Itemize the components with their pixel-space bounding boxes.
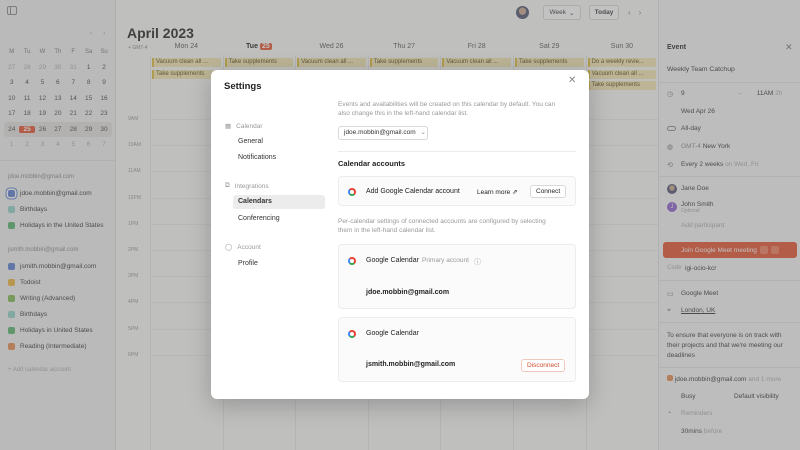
desc-line: Events and availabilities will be create… [338,101,556,108]
nav-item-profile[interactable]: Profile [233,257,325,271]
nav-item-general[interactable]: General [233,135,325,149]
disconnect-button[interactable]: Disconnect [521,359,566,372]
account-label: Google Calendar [366,257,419,264]
nav-group-label: Calendar [236,122,263,130]
learn-more-text: Learn more [477,189,511,196]
nav-item-conferencing[interactable]: Conferencing [233,212,325,226]
desc-line: them in the left-hand calendar list. [338,227,436,234]
info-icon[interactable]: ⓘ [474,257,481,267]
calendar-icon: ▦ [225,123,232,130]
learn-more-link[interactable]: Learn more ⇗ [477,188,518,196]
integrations-icon: ⧉ [225,182,230,189]
close-icon[interactable]: ✕ [568,75,576,86]
default-calendar-desc: Events and availabilities will be create… [338,100,578,118]
modal-title: Settings [224,81,262,92]
add-google-card: Add Google Calendar account Learn more ⇗… [338,176,576,206]
connect-button[interactable]: Connect [530,185,567,198]
calendar-accounts-heading: Calendar accounts [338,159,406,168]
google-logo-icon [348,257,356,265]
nav-group-label: Integrations [234,182,269,190]
desc-line: also change this in the left-hand calend… [338,110,469,117]
user-icon: ◯ [225,244,233,251]
nav-group-integrations: ⧉ Integrations [225,182,269,190]
connected-account-card: Google Calendar Primary account ⓘ jdoe.m… [338,244,576,309]
google-logo-icon [348,330,356,338]
desc-line: Per-calendar settings of connected accou… [338,218,546,225]
external-link-icon: ⇗ [512,189,518,196]
divider [338,151,576,152]
default-calendar-value: jdoe.mobbin@gmail.com [344,129,416,136]
nav-item-calendars[interactable]: Calendars [233,195,325,209]
per-calendar-desc: Per-calendar settings of connected accou… [338,217,578,235]
add-google-label: Add Google Calendar account [366,188,460,195]
settings-modal: Settings ✕ ▦ Calendar General Notificati… [211,70,589,399]
account-label: Google Calendar [366,330,419,337]
connected-account-card: Google Calendar jsmith.mobbin@gmail.com … [338,317,576,382]
default-calendar-select[interactable]: jdoe.mobbin@gmail.com ⌄ [338,126,428,140]
google-logo-icon [348,188,356,196]
nav-item-notifications[interactable]: Notifications [233,151,325,165]
account-email: jdoe.mobbin@gmail.com [366,289,450,296]
chevron-down-icon: ⌄ [420,129,426,136]
nav-group-label: Account [237,243,261,251]
account-email: jsmith.mobbin@gmail.com [366,361,456,368]
primary-account-tag: Primary account [422,257,469,264]
nav-group-calendar: ▦ Calendar [225,122,263,131]
nav-group-account: ◯ Account [225,243,261,252]
